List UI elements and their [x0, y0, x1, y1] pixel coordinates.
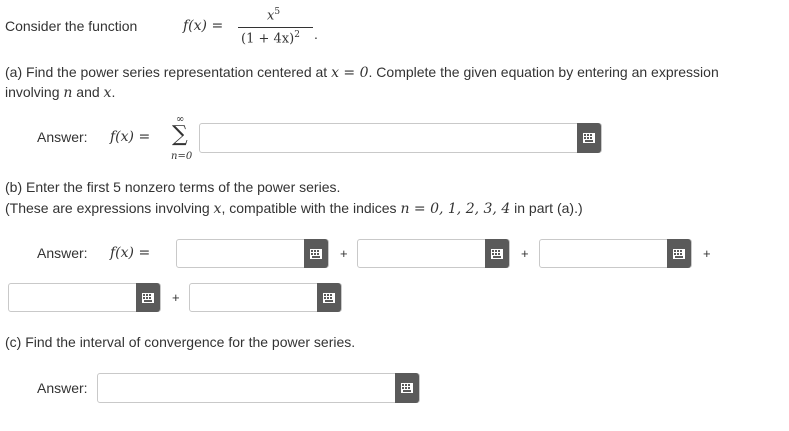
part-a-answer-label: Answer:: [37, 129, 88, 145]
plus-sign: +: [340, 246, 348, 261]
part-b-line2-pre: (These are expressions involving: [5, 200, 214, 216]
keyboard-icon: [673, 248, 685, 259]
keyboard-icon: [401, 383, 413, 393]
part-a-text: Find the power series representation cen…: [26, 64, 332, 80]
keyboard-icon: [310, 248, 322, 259]
intro-fraction: x5 (1 + 4x)2 .: [238, 4, 318, 50]
keyboard-button[interactable]: [395, 373, 419, 403]
part-b-line1: (b) Enter the first 5 nonzero terms of t…: [5, 179, 340, 195]
part-a-center-math: x = 0: [331, 65, 369, 81]
term-4-input[interactable]: [8, 283, 161, 312]
sigma-notation: ∞ ∑ n=0: [168, 114, 198, 164]
part-a-tag: (a): [5, 64, 23, 80]
part-b-indices-math: n = 0, 1, 2, 3, 4: [400, 201, 511, 217]
part-b-line2: (These are expressions involving x, comp…: [5, 200, 583, 217]
part-b-tag: (b): [5, 179, 23, 195]
sigma-lower: n=0: [171, 151, 193, 162]
term-3-input[interactable]: [539, 239, 692, 268]
part-a-answer-input[interactable]: [199, 123, 602, 153]
part-b-answer-label: Answer:: [37, 245, 88, 261]
keyboard-button[interactable]: [304, 239, 328, 268]
keyboard-icon: [142, 292, 154, 303]
part-c-answer-label: Answer:: [37, 380, 88, 396]
term-2-input[interactable]: [357, 239, 510, 268]
plus-sign: +: [703, 246, 711, 261]
keyboard-icon: [583, 133, 595, 143]
intro-label: Consider the function: [5, 18, 138, 34]
term-1-input[interactable]: [176, 239, 329, 268]
part-c-tag: (c): [5, 334, 22, 350]
part-b-ref: (a): [556, 200, 575, 216]
plus-sign: +: [521, 246, 529, 261]
part-a-line2-pre: involving: [5, 84, 64, 100]
keyboard-button[interactable]: [667, 239, 691, 268]
part-a-text-2: . Complete the given equation by enterin…: [368, 64, 719, 80]
keyboard-button[interactable]: [136, 283, 160, 312]
part-a-and: and: [72, 84, 104, 100]
keyboard-button[interactable]: [577, 123, 601, 153]
part-a-answer-lhs: f(x) =: [110, 129, 151, 145]
intro-trailing: .: [314, 26, 318, 42]
keyboard-icon: [491, 248, 503, 259]
keyboard-icon: [323, 292, 335, 303]
part-a-line2-end: .: [111, 84, 116, 100]
keyboard-button[interactable]: [317, 283, 341, 312]
part-b-answer-lhs: f(x) =: [110, 245, 151, 261]
part-a-line2: involving n and x.: [5, 84, 115, 101]
intro-denominator: (1 + 4x): [241, 31, 295, 47]
sigma-symbol: ∑: [172, 122, 188, 147]
part-b-line2-mid: , compatible with the indices: [221, 200, 401, 216]
part-b-line2-end: .): [574, 200, 583, 216]
intro-fraction-bar: [238, 27, 313, 28]
part-c-text: Find the interval of convergence for the…: [25, 334, 356, 350]
intro-numerator-exp: 5: [274, 7, 281, 17]
intro-f-lhs: f(x) =: [183, 18, 224, 34]
part-c-line: (c) Find the interval of convergence for…: [5, 334, 355, 350]
part-c-answer-input[interactable]: [97, 373, 420, 403]
part-b-text: Enter the first 5 nonzero terms of the p…: [26, 179, 341, 195]
term-5-input[interactable]: [189, 283, 342, 312]
part-b-line2-in: in part: [510, 200, 557, 216]
intro-denominator-exp: 2: [294, 30, 300, 40]
part-a-line1: (a) Find the power series representation…: [5, 64, 719, 81]
plus-sign: +: [172, 290, 180, 305]
keyboard-button[interactable]: [485, 239, 509, 268]
